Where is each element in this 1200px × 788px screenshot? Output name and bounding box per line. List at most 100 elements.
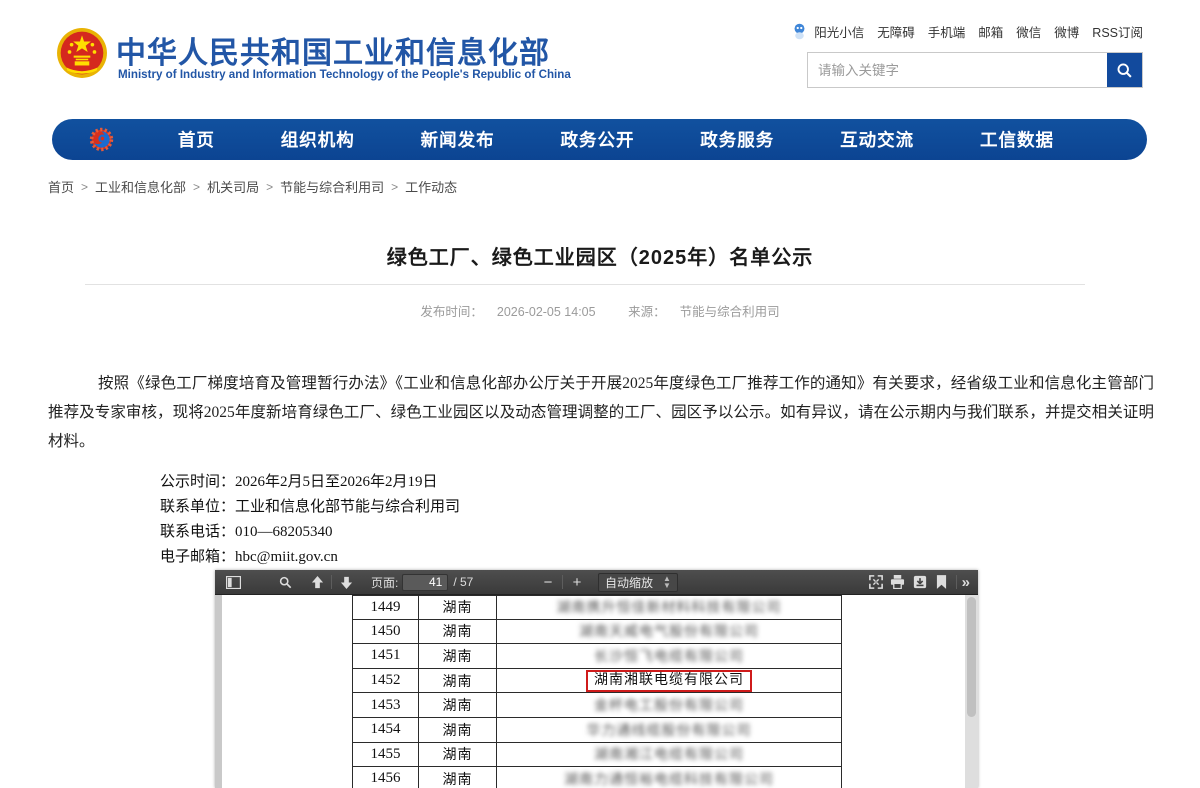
link-mobile[interactable]: 手机端 [928, 22, 966, 41]
page-down-icon[interactable] [335, 572, 357, 592]
article-title: 绿色工厂、绿色工业园区（2025年）名单公示 [0, 241, 1200, 270]
company-cell: 长沙恒飞电缆有限公司 [497, 644, 842, 668]
nav-item-gov-disclosure[interactable]: 政务公开 [560, 127, 634, 152]
pdf-scrollbar[interactable] [965, 595, 978, 788]
contact-email-line: 电子邮箱：hbc@miit.gov.cn [160, 545, 460, 570]
row-number-cell: 1449 [353, 596, 419, 619]
link-mail[interactable]: 邮箱 [978, 22, 1003, 41]
row-number-cell: 1454 [353, 718, 419, 742]
company-cell: 湖南天威电气股份有限公司 [497, 620, 842, 644]
nav-item-organization[interactable]: 组织机构 [281, 127, 355, 152]
pdf-table: 1449湖南湖南携升恒佳新材料科技有限公司1450湖南湖南天威电气股份有限公司1… [352, 595, 842, 788]
company-name: 长沙恒飞电缆有限公司 [594, 646, 744, 666]
table-row: 1454湖南 华力通线缆股份有限公司 [353, 718, 842, 743]
company-name: 湖南携升恒佳新材料科技有限公司 [557, 597, 782, 617]
zoom-caret-icon: ▲▼ [663, 575, 671, 589]
site-title: 中华人民共和国工业和信息化部 [116, 28, 550, 72]
pdf-toolbar: 页面: / 57 − + 自动缩放 ▲▼ [215, 570, 978, 595]
page-up-icon[interactable] [306, 572, 328, 592]
main-nav: 首页 组织机构 新闻发布 政务公开 政务服务 互动交流 工信数据 [52, 119, 1147, 160]
breadcrumb-energy-dept[interactable]: 节能与综合利用司 [280, 177, 384, 196]
pdf-viewer: 页面: / 57 − + 自动缩放 ▲▼ [215, 570, 978, 788]
breadcrumb-separator: > [266, 180, 273, 194]
national-emblem-logo [56, 26, 108, 80]
site-title-english: Ministry of Industry and Information Tec… [118, 68, 571, 81]
site-header: 中华人民共和国工业和信息化部 Ministry of Industry and … [0, 0, 1200, 112]
page-total: / 57 [453, 575, 473, 589]
search-button[interactable] [1107, 53, 1142, 87]
publish-time-label: 发布时间： [420, 305, 483, 319]
zoom-select[interactable]: 自动缩放 ▲▼ [598, 573, 678, 592]
breadcrumb-work-updates[interactable]: 工作动态 [405, 177, 457, 196]
highlighted-company-name: 湖南湘联电缆有限公司 [586, 670, 752, 692]
table-row: 1451湖南长沙恒飞电缆有限公司 [353, 644, 842, 669]
nav-item-gov-services[interactable]: 政务服务 [700, 127, 774, 152]
search-input[interactable] [808, 53, 1107, 87]
toolbar-more-icon[interactable]: » [962, 574, 970, 591]
table-row: 1450湖南 湖南天威电气股份有限公司 [353, 620, 842, 645]
pdf-scrollbar-thumb[interactable] [967, 597, 976, 717]
province-cell: 湖南 [419, 718, 497, 742]
contact-block: 公示时间：2026年2月5日至2026年2月19日 联系单位：工业和信息化部节能… [160, 470, 460, 570]
province-cell: 湖南 [419, 620, 497, 644]
company-cell: 湖南湘江电缆有限公司 [497, 743, 842, 767]
article-paragraph: 按照《绿色工厂梯度培育及管理暂行办法》《工业和信息化部办公厅关于开展2025年度… [48, 369, 1154, 456]
breadcrumb-home[interactable]: 首页 [48, 177, 74, 196]
breadcrumb-departments[interactable]: 机关司局 [207, 177, 259, 196]
contact-phone-line: 联系电话：010—68205340 [160, 520, 460, 545]
miit-gear-logo-icon [88, 126, 115, 153]
nav-item-home[interactable]: 首页 [178, 127, 215, 152]
nav-item-news[interactable]: 新闻发布 [421, 127, 495, 152]
province-cell: 湖南 [419, 669, 497, 693]
company-name: 金杯电工股份有限公司 [594, 695, 744, 715]
nav-item-interaction[interactable]: 互动交流 [840, 127, 914, 152]
company-name: 华力通线缆股份有限公司 [587, 720, 752, 740]
zoom-out-icon[interactable]: − [537, 574, 559, 591]
presentation-mode-icon[interactable] [865, 572, 887, 592]
page-number-input[interactable] [402, 574, 448, 591]
sidebar-toggle-icon[interactable] [222, 572, 244, 592]
table-row: 1455湖南 湖南湘江电缆有限公司 [353, 743, 842, 768]
breadcrumb-separator: > [391, 180, 398, 194]
company-cell: 湖南湘联电缆有限公司 [497, 669, 842, 693]
download-icon[interactable] [909, 572, 931, 592]
zoom-in-icon[interactable]: + [566, 574, 588, 591]
pdf-page: 1449湖南湖南携升恒佳新材料科技有限公司1450湖南湖南天威电气股份有限公司1… [222, 595, 965, 788]
title-divider [85, 284, 1085, 285]
table-row: 1452湖南湖南湘联电缆有限公司 [353, 669, 842, 694]
company-name: 湖南力通恒裕电缆科技有限公司 [564, 769, 774, 788]
publicity-period-line: 公示时间：2026年2月5日至2026年2月19日 [160, 470, 460, 495]
breadcrumb: 首页 > 工业和信息化部 > 机关司局 > 节能与综合利用司 > 工作动态 [48, 177, 457, 196]
table-row: 1449湖南 湖南携升恒佳新材料科技有限公司 [353, 595, 842, 620]
nav-items: 首页 组织机构 新闻发布 政务公开 政务服务 互动交流 工信数据 [115, 127, 1147, 152]
pdf-content: 1449湖南湖南携升恒佳新材料科技有限公司1450湖南湖南天威电气股份有限公司1… [215, 595, 978, 788]
mascot-icon [792, 23, 807, 40]
source-label: 来源： [628, 305, 666, 319]
article-meta: 发布时间：2026-02-05 14:05 来源：节能与综合利用司 [0, 301, 1200, 320]
link-accessibility[interactable]: 无障碍 [877, 22, 915, 41]
link-weibo[interactable]: 微博 [1054, 22, 1079, 41]
breadcrumb-miit[interactable]: 工业和信息化部 [95, 177, 186, 196]
province-cell: 湖南 [419, 743, 497, 767]
company-name: 湖南湘江电缆有限公司 [594, 744, 744, 764]
province-cell: 湖南 [419, 767, 497, 788]
bookmark-icon[interactable] [931, 572, 953, 592]
print-icon[interactable] [887, 572, 909, 592]
publish-time: 2026-02-05 14:05 [497, 305, 596, 319]
company-name: 湖南天威电气股份有限公司 [579, 621, 759, 641]
page-label: 页面: [371, 574, 398, 591]
link-rss[interactable]: RSS订阅 [1092, 22, 1143, 41]
row-number-cell: 1455 [353, 743, 419, 767]
row-number-cell: 1451 [353, 644, 419, 668]
find-icon[interactable] [274, 572, 296, 592]
row-number-cell: 1450 [353, 620, 419, 644]
province-cell: 湖南 [419, 693, 497, 717]
province-cell: 湖南 [419, 596, 497, 619]
link-sunshine-xiaoxin[interactable]: 阳光小信 [814, 22, 864, 41]
nav-item-data[interactable]: 工信数据 [980, 127, 1054, 152]
company-cell: 金杯电工股份有限公司 [497, 693, 842, 717]
company-cell: 湖南携升恒佳新材料科技有限公司 [497, 596, 842, 619]
search-icon [1116, 62, 1133, 79]
link-wechat[interactable]: 微信 [1016, 22, 1041, 41]
company-cell: 华力通线缆股份有限公司 [497, 718, 842, 742]
